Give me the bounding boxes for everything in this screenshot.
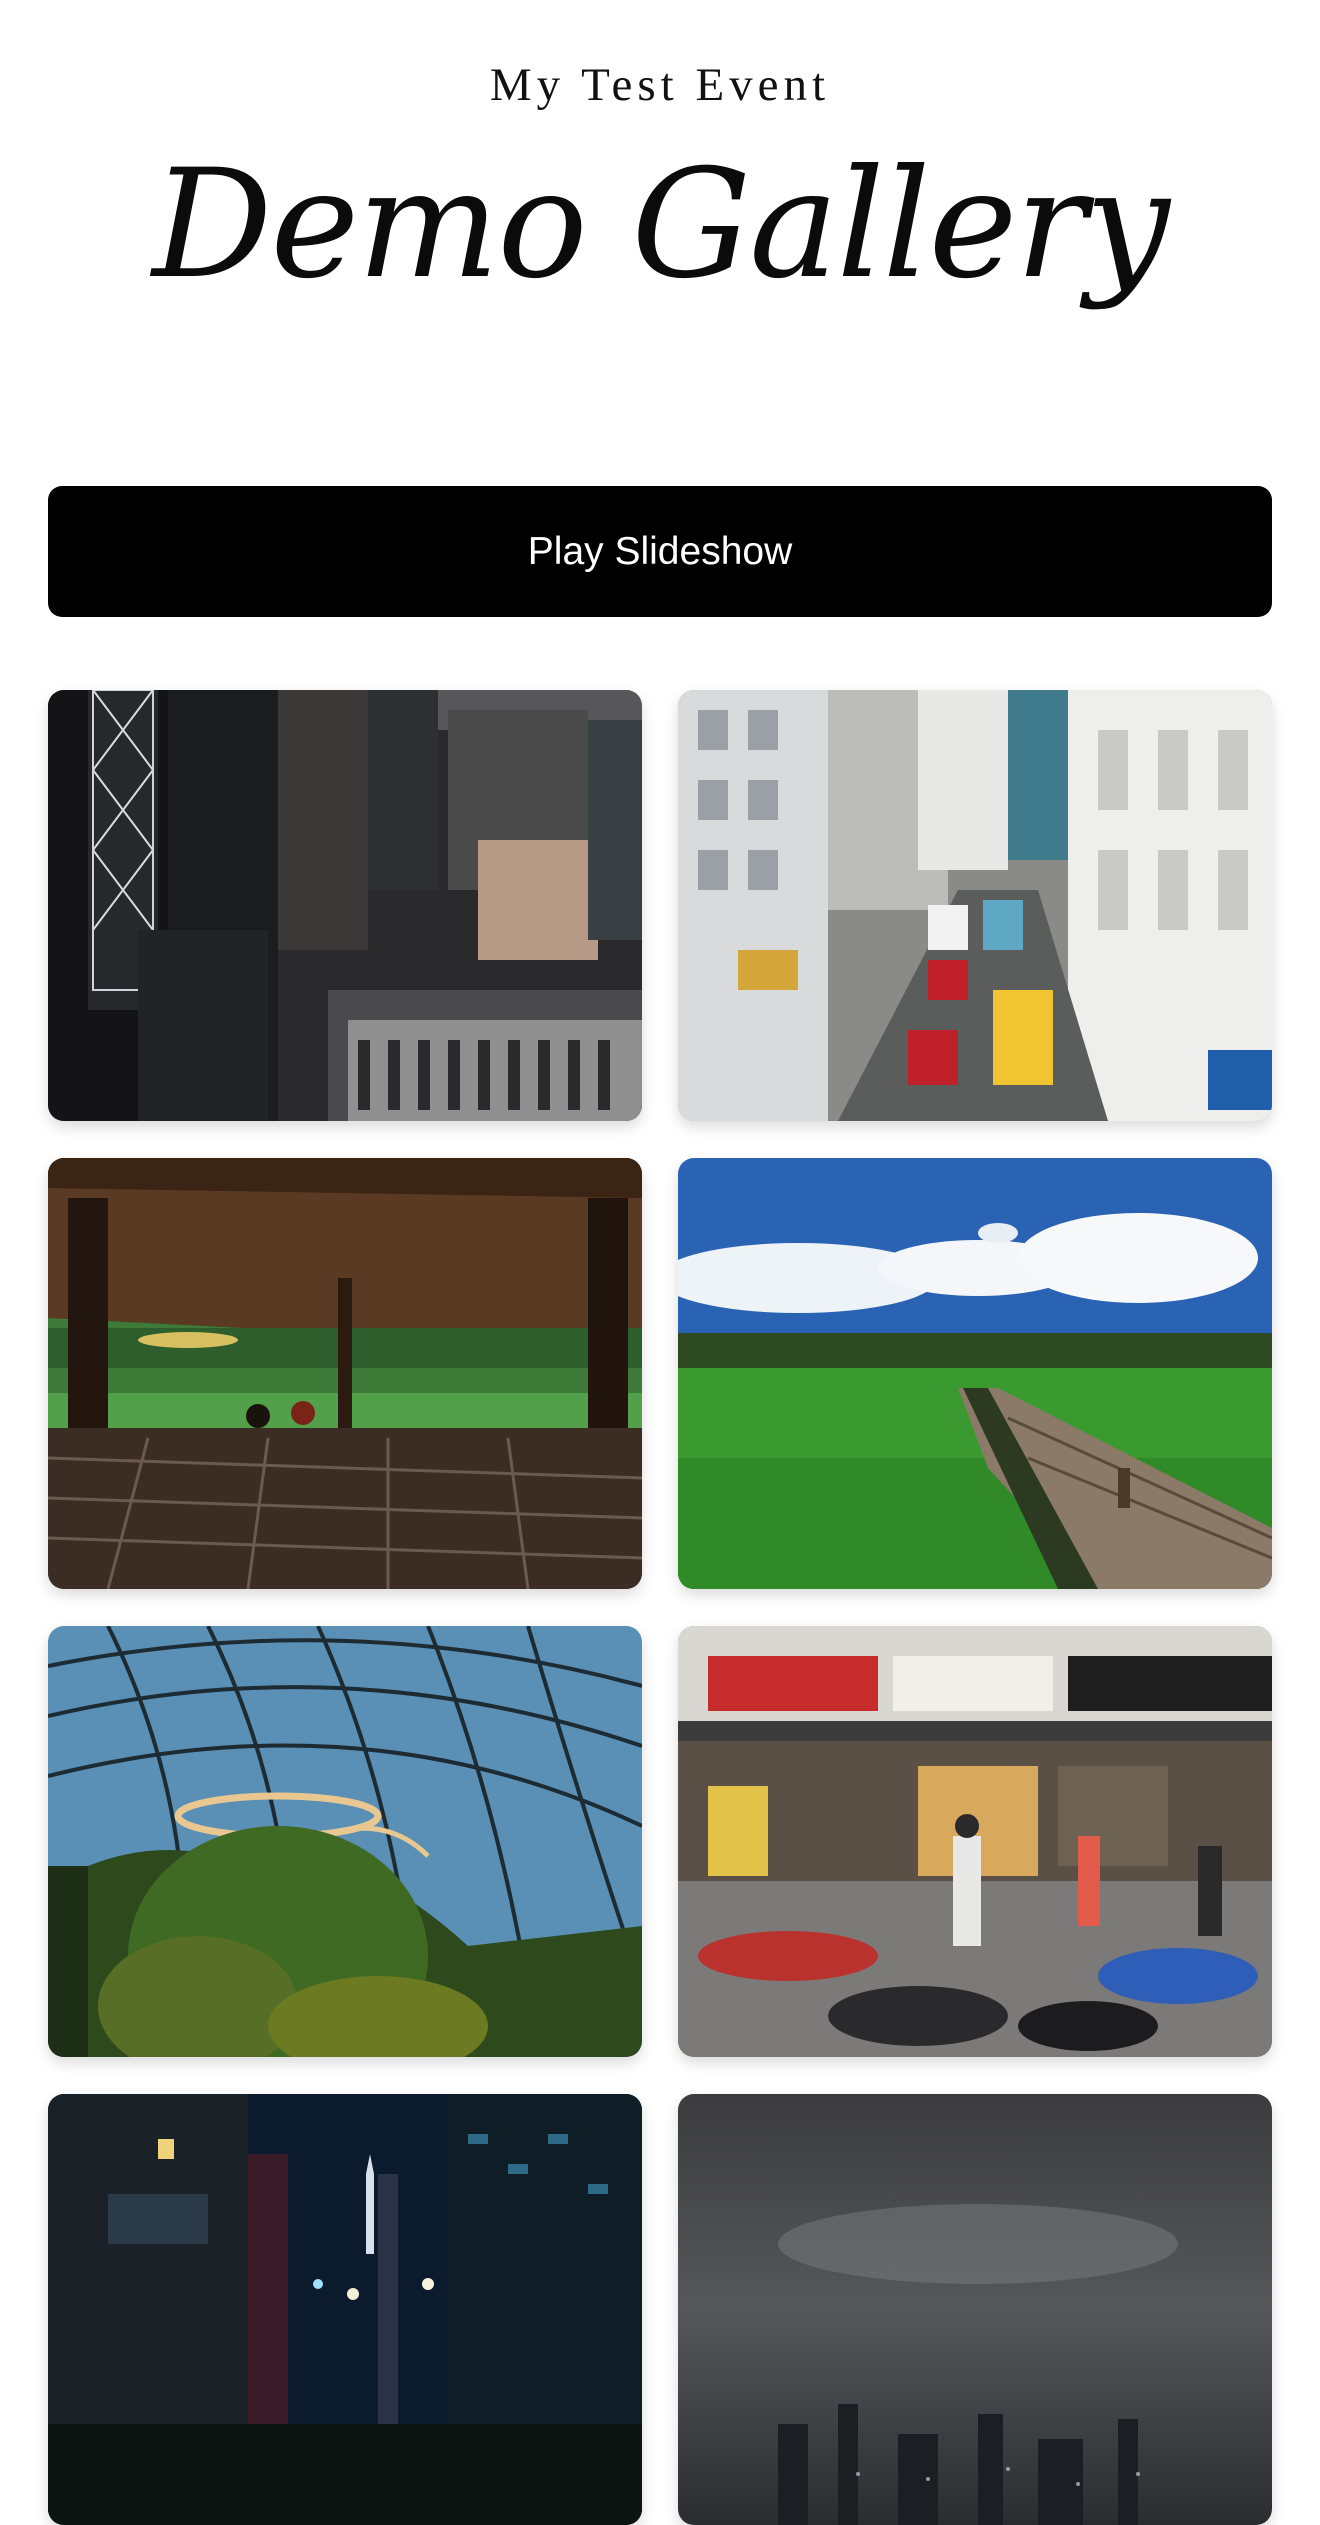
photo-tile[interactable] — [678, 690, 1272, 1121]
photo-tile[interactable] — [678, 2094, 1272, 2525]
photo-tile[interactable] — [678, 1626, 1272, 2057]
gallery-title: Demo Gallery — [152, 138, 1170, 312]
photo-city-skyscrapers — [48, 690, 642, 1121]
photo-busy-street-traffic — [678, 690, 1272, 1121]
photo-glass-dome-garden — [48, 1626, 642, 2057]
play-slideshow-button[interactable]: Play Slideshow — [48, 486, 1272, 617]
photo-tile[interactable] — [678, 1158, 1272, 1589]
event-title: My Test Event — [489, 59, 831, 111]
photo-tile[interactable] — [48, 2094, 642, 2525]
photo-night-city-avenue — [48, 2094, 642, 2525]
photo-misty-night-skyline — [678, 2094, 1272, 2525]
photo-tile[interactable] — [48, 690, 642, 1121]
photo-tile[interactable] — [48, 1158, 642, 1589]
photo-rice-field-walkway — [678, 1158, 1272, 1589]
photo-street-storefronts — [678, 1626, 1272, 2057]
photo-tile[interactable] — [48, 1626, 642, 2057]
photo-thatched-pavilion — [48, 1158, 642, 1589]
